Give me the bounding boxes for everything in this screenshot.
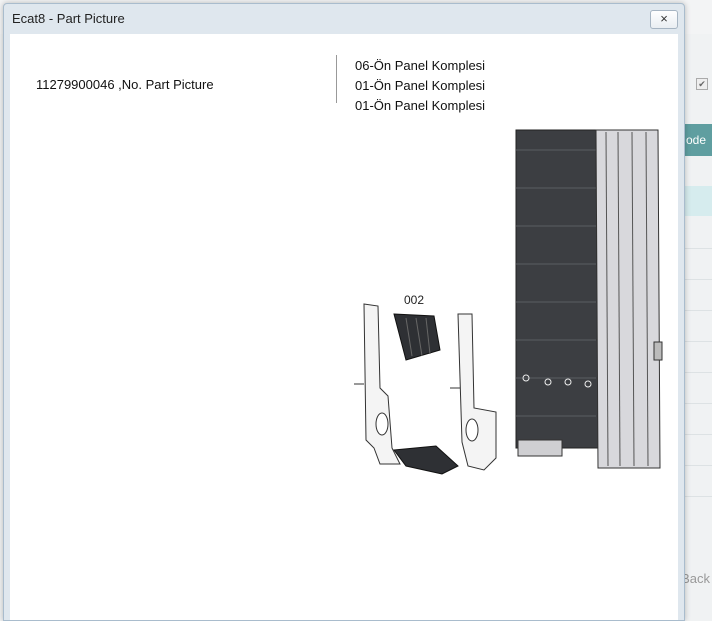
- left-bracket-image: [354, 303, 401, 465]
- group-list: 06-Ön Panel Komplesi 01-Ön Panel Komples…: [355, 56, 485, 116]
- dialog-title: Ecat8 - Part Picture: [12, 11, 125, 26]
- background-header-fragment: ode: [685, 133, 706, 147]
- background-row-divider: [682, 434, 712, 435]
- close-button[interactable]: ×: [650, 10, 678, 29]
- dialog-content: 11279900046 ,No. Part Picture 06-Ön Pane…: [10, 34, 678, 620]
- background-row-divider: [682, 372, 712, 373]
- part-drawing: 002: [354, 129, 663, 475]
- callout-label: 002: [404, 293, 424, 307]
- part-number-label: 11279900046 ,No. Part Picture: [36, 77, 214, 92]
- group-item: 06-Ön Panel Komplesi: [355, 58, 486, 73]
- part-picture-dialog: Ecat8 - Part Picture × 11279900046 ,No. …: [3, 3, 685, 621]
- background-row-divider: [682, 496, 712, 497]
- group-item: 01-Ön Panel Komplesi: [355, 78, 486, 93]
- background-selected-row: [682, 186, 712, 216]
- group-item: 01-Ön Panel Komplesi: [355, 98, 486, 113]
- background-back-button[interactable]: Back: [681, 571, 710, 586]
- background-row-divider: [682, 310, 712, 311]
- vertical-divider: [336, 55, 337, 103]
- right-bracket-image: [450, 313, 497, 471]
- background-row-divider: [682, 248, 712, 249]
- background-row-divider: [682, 465, 712, 466]
- background-row-divider: [682, 279, 712, 280]
- front-panel-image: [515, 129, 663, 469]
- dialog-titlebar[interactable]: Ecat8 - Part Picture ×: [4, 4, 684, 34]
- background-row-divider: [682, 341, 712, 342]
- background-row-divider: [682, 403, 712, 404]
- background-checkbox[interactable]: ✔: [696, 78, 708, 90]
- hinge-image: [393, 313, 459, 475]
